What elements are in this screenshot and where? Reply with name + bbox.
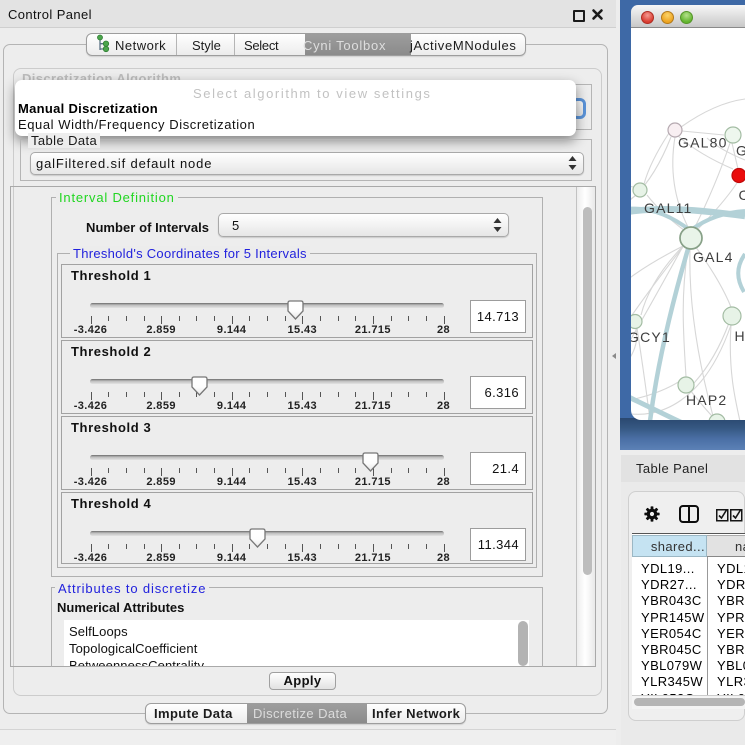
svg-text:HAP2: HAP2: [686, 392, 727, 408]
svg-text:GCY1: GCY1: [631, 329, 671, 345]
svg-text:C: C: [739, 187, 745, 203]
svg-text:GAL80: GAL80: [678, 135, 728, 151]
svg-text:GAL4: GAL4: [693, 249, 734, 265]
svg-text:H: H: [735, 328, 745, 344]
svg-text:GA: GA: [736, 143, 745, 159]
svg-text:GAL11: GAL11: [644, 200, 693, 216]
